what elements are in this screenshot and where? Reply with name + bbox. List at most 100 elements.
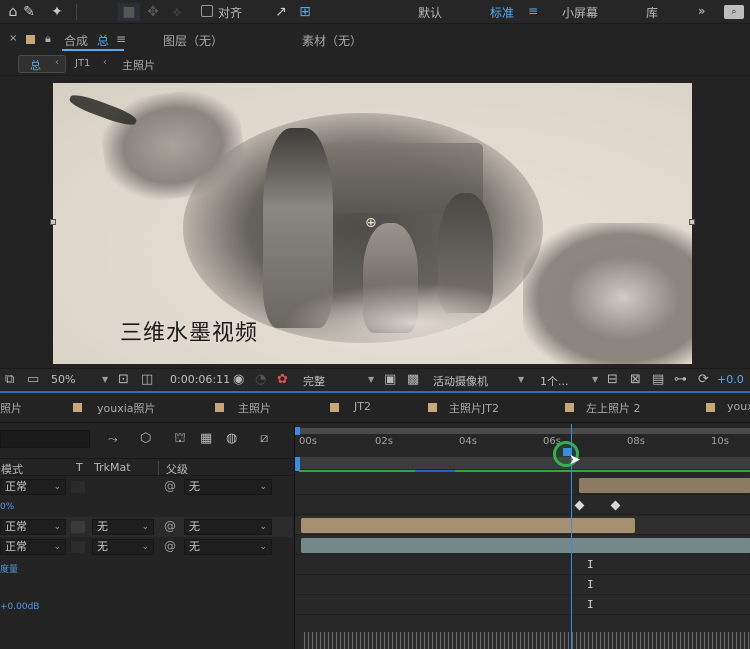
work-area-start-handle[interactable] [295, 457, 300, 471]
timeline-tab-youx[interactable]: youx [727, 400, 750, 413]
views-dropdown[interactable]: 1个... [540, 373, 569, 389]
reset-exposure-icon[interactable]: ⟳ [698, 372, 709, 387]
parent-pickwhip-icon[interactable]: @ [164, 539, 176, 553]
track-matte-select[interactable]: 无 ⌄ [92, 539, 154, 555]
property-value[interactable]: 度量 [0, 562, 18, 575]
zoom-dropdown[interactable]: 50% [51, 373, 75, 386]
parent-select[interactable]: 无 ⌄ [184, 539, 272, 555]
layer-row[interactable]: 正常 ⌄ 无 ⌄ @ 无 ⌄ [0, 537, 293, 557]
color-channel-icon[interactable]: ✿ [277, 372, 288, 387]
composition-viewer[interactable]: ⊕ 三维水墨视频 [0, 77, 750, 367]
exposure-value[interactable]: +0.0 [717, 373, 744, 386]
layer-duration-bar[interactable] [301, 518, 635, 533]
timeline-area[interactable]: 00s 02s 04s 06s 08s 10s I I I ➤ [294, 424, 750, 649]
blend-mode-select[interactable]: 正常 ⌄ [0, 479, 66, 495]
preserve-transparency-swatch[interactable] [71, 521, 85, 533]
timeline-tab-jt2[interactable]: JT2 [354, 400, 371, 413]
always-preview-icon[interactable]: ⧉ [5, 372, 14, 387]
workspace-default[interactable]: 默认 [418, 4, 442, 21]
search-help-icon[interactable]: ⌕ [724, 5, 744, 19]
column-trkmat[interactable]: TrkMat [94, 461, 131, 474]
timeline-track[interactable] [295, 536, 750, 555]
breadcrumb-item-main-photo[interactable]: 主照片 [122, 57, 155, 73]
timeline-tab-main-photo[interactable]: 主照片 [238, 400, 271, 416]
work-area-bar[interactable] [299, 457, 750, 469]
timeline-track[interactable] [295, 476, 750, 495]
footage-tab[interactable]: 素材（无） [302, 32, 362, 49]
time-ruler[interactable]: 00s 02s 04s 06s 08s 10s [295, 424, 750, 472]
column-t[interactable]: T [76, 461, 83, 474]
parent-select[interactable]: 无 ⌄ [184, 479, 272, 495]
panel-menu-icon[interactable]: ≡ [116, 32, 126, 46]
fast-preview-icon[interactable]: ⊠ [630, 372, 641, 387]
more-workspaces-button[interactable]: » [698, 4, 705, 18]
timeline-tab-photo[interactable]: 照片 [0, 400, 22, 416]
roi-icon[interactable]: ▣ [384, 372, 396, 387]
workspace-standard[interactable]: 标准 [490, 4, 514, 21]
pin-tool-icon[interactable]: ✦ [46, 3, 68, 21]
toggle-view-icon[interactable]: ⊟ [607, 372, 618, 387]
layer-duration-bar[interactable] [301, 538, 750, 553]
shape-tool-icon[interactable]: ■ [118, 3, 140, 21]
parent-select[interactable]: 无 ⌄ [184, 519, 272, 535]
time-navigator[interactable] [299, 428, 750, 434]
motion-blur-icon[interactable]: ◍ [226, 431, 237, 446]
monitor-icon[interactable]: ▭ [27, 372, 39, 387]
comp-tab-name[interactable]: 总 [97, 32, 109, 49]
timeline-tab-youxia-photo[interactable]: youxia照片 [97, 400, 156, 416]
lock-icon[interactable]: 🔒︎ [45, 32, 51, 46]
camera-dropdown[interactable]: 活动摄像机 [433, 373, 488, 389]
snap-checkbox[interactable] [201, 5, 213, 17]
keyframe-icon[interactable] [574, 500, 585, 511]
preserve-transparency-swatch[interactable] [71, 541, 85, 553]
frame-blending-icon[interactable]: ▦ [200, 431, 212, 446]
layer-handle-left[interactable] [50, 219, 56, 225]
timeline-track[interactable] [295, 516, 750, 535]
show-snapshot-icon[interactable]: ◔ [255, 372, 266, 387]
composition-canvas[interactable]: ⊕ 三维水墨视频 [53, 83, 692, 364]
roto-tool-icon[interactable]: ⟡ [166, 3, 188, 21]
snap-mode-icon[interactable]: ⊞ [294, 3, 316, 21]
graph-editor-icon[interactable]: ⧄ [260, 431, 268, 446]
breadcrumb-item-jt1[interactable]: JT1 [75, 58, 90, 69]
timeline-track[interactable]: I [295, 596, 750, 615]
snap-options-icon[interactable]: ↗ [270, 3, 292, 21]
draft-3d-icon[interactable]: ⬡ [140, 431, 151, 446]
shy-layers-icon[interactable]: ⛫ [174, 431, 186, 448]
blend-mode-select[interactable]: 正常 ⌄ [0, 539, 66, 555]
navigator-start-handle[interactable] [295, 427, 300, 435]
timeline-icon[interactable]: ▤ [652, 372, 664, 387]
layer-tab[interactable]: 图层（无） [163, 32, 223, 49]
workspace-menu-icon[interactable]: ≡ [528, 4, 538, 18]
track-matte-select[interactable]: 无 ⌄ [92, 519, 154, 535]
transparency-grid-icon[interactable]: ▩ [407, 372, 419, 387]
layer-handle-right[interactable] [689, 219, 695, 225]
flowchart-icon[interactable]: ⊶ [674, 372, 687, 387]
timeline-track[interactable]: I [295, 556, 750, 575]
keyframe-icon[interactable] [610, 500, 621, 511]
layer-row[interactable]: 正常 ⌄ @ 无 ⌄ [0, 477, 293, 497]
parent-pickwhip-icon[interactable]: @ [164, 519, 176, 533]
property-value[interactable]: 0% [0, 502, 14, 512]
timeline-tab-topleft-photo-2[interactable]: 左上照片 2 [586, 400, 641, 416]
resolution-dropdown[interactable]: 完整 [303, 373, 325, 389]
snapshot-icon[interactable]: ◉ [233, 372, 244, 387]
brush-tool-icon[interactable]: ✎ [18, 3, 40, 21]
timeline-tab-main-photo-jt2[interactable]: 主照片JT2 [449, 400, 499, 416]
region-icon[interactable]: ◫ [141, 372, 153, 387]
workspace-libraries[interactable]: 库 [646, 4, 658, 21]
blend-mode-select[interactable]: 正常 ⌄ [0, 519, 66, 535]
current-time[interactable]: 0:00:06:11 [170, 373, 230, 386]
audio-level-value[interactable]: +0.00dB [0, 602, 39, 612]
close-panel-icon[interactable]: × [9, 33, 17, 44]
fit-icon[interactable]: ⊡ [118, 372, 129, 387]
breadcrumb-item-current[interactable]: 总 [30, 57, 41, 73]
puppet-tool-icon[interactable]: ✥ [142, 3, 164, 21]
anchor-point-icon[interactable]: ⊕ [365, 215, 377, 231]
parent-pickwhip-icon[interactable]: @ [164, 479, 176, 493]
timeline-track[interactable]: I [295, 576, 750, 595]
workspace-small-screen[interactable]: 小屏幕 [562, 4, 598, 21]
column-mode[interactable]: 模式 [1, 461, 23, 477]
comp-tab-prefix[interactable]: 合成 [64, 32, 88, 49]
layer-duration-bar[interactable] [579, 478, 750, 493]
